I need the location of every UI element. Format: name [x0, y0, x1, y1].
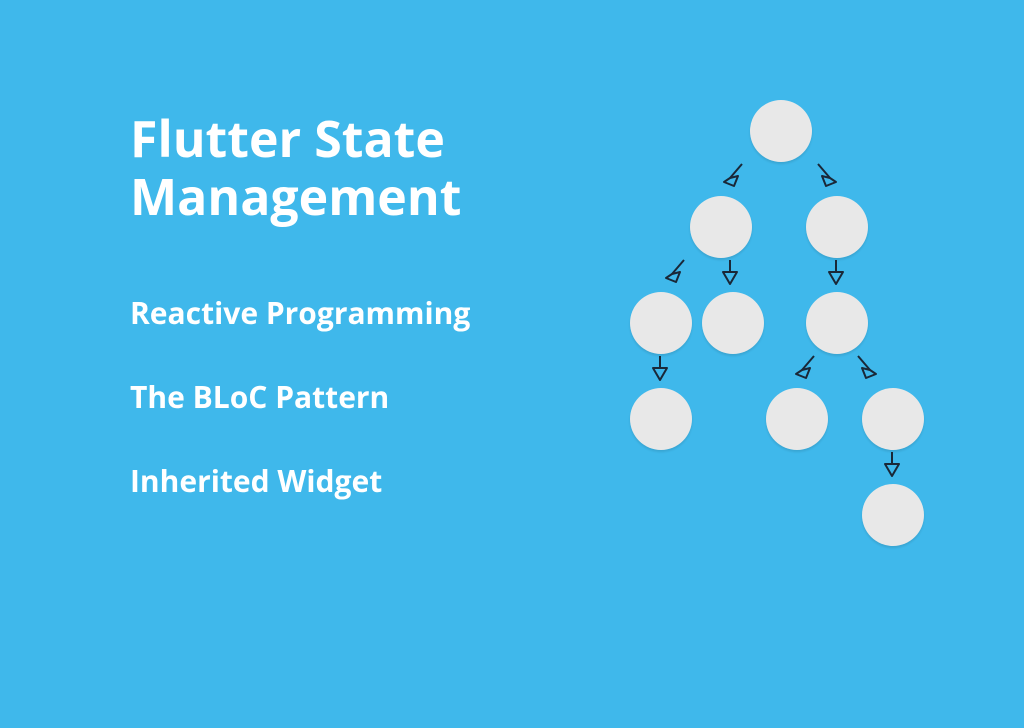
tree-node: [806, 292, 868, 354]
arrow-icon: [824, 258, 848, 292]
subtitle-inherited: Inherited Widget: [130, 463, 470, 499]
arrow-icon: [852, 354, 882, 388]
tree-node: [862, 484, 924, 546]
arrow-icon: [648, 354, 672, 388]
page-title: Flutter State Management: [130, 110, 470, 225]
subtitle-reactive: Reactive Programming: [130, 295, 470, 331]
subtitle-bloc: The BLoC Pattern: [130, 379, 470, 415]
title-line-2: Management: [130, 162, 461, 230]
arrow-icon: [880, 450, 904, 484]
tree-node: [702, 292, 764, 354]
tree-node: [766, 388, 828, 450]
tree-node: [690, 196, 752, 258]
arrow-icon: [718, 162, 748, 196]
tree-node: [806, 196, 868, 258]
tree-node: [630, 388, 692, 450]
arrow-icon: [812, 162, 842, 196]
tree-node-root: [750, 100, 812, 162]
arrow-icon: [718, 258, 742, 292]
arrow-icon: [790, 354, 820, 388]
tree-node: [862, 388, 924, 450]
widget-tree-diagram: [590, 100, 990, 660]
arrow-icon: [660, 258, 690, 292]
tree-node: [630, 292, 692, 354]
text-block: Flutter State Management Reactive Progra…: [130, 110, 470, 547]
